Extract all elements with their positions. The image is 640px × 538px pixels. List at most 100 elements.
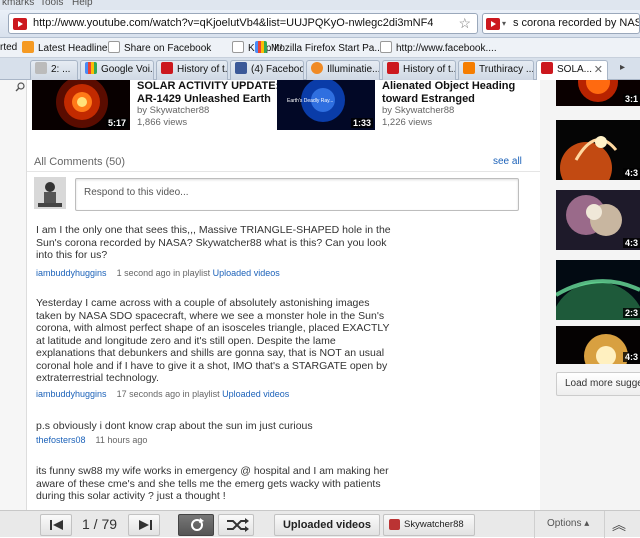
shuffle-icon (227, 518, 249, 532)
video-thumbnail[interactable]: Earth's Deadly Ray... 1:33 (277, 80, 375, 130)
bookmark-item[interactable]: Latest Headlines (22, 41, 113, 55)
google-icon (255, 41, 267, 53)
related-video-thumbnail[interactable]: 2:3 (556, 260, 640, 320)
chevron-right-icon[interactable]: ▸ (620, 62, 625, 73)
playlist-name-button[interactable]: Uploaded videos (274, 514, 380, 536)
blogger-icon (463, 62, 475, 74)
menu-tools[interactable]: Tools (40, 0, 63, 8)
comment-meta: iambuddyhuggins 1 second ago in playlist… (36, 268, 280, 278)
double-chevron-up-icon: ︽ (612, 517, 626, 533)
next-button[interactable] (128, 514, 160, 536)
duration-badge: 4:3 (622, 238, 640, 248)
bookmark-item[interactable]: rted (0, 41, 17, 55)
tab-strip: 2: ... Google Voi... History of t... (4)… (0, 58, 640, 81)
autoplay-button[interactable] (178, 514, 214, 536)
divider (27, 171, 540, 172)
bookmark-item[interactable]: Share on Facebook (108, 41, 211, 55)
video-page-content: 5:17 SOLAR ACTIVITY UPDATE: AR-1429 Unlea… (27, 80, 540, 510)
previous-button[interactable] (40, 514, 72, 536)
avatar[interactable] (34, 177, 66, 209)
comment-author-link[interactable]: iambuddyhuggins (36, 268, 107, 278)
close-icon[interactable]: ✕ (594, 61, 603, 79)
comment-meta: iambuddyhuggins 17 seconds ago in playli… (36, 389, 290, 399)
youtube-icon (161, 62, 173, 74)
tab[interactable]: 2: ... (30, 60, 78, 80)
view-count: 1,866 views (137, 117, 188, 128)
youtube-icon (387, 62, 399, 74)
related-video-thumbnail[interactable]: 3:1 (556, 80, 640, 106)
menu-bookmarks[interactable]: kmarks (2, 0, 34, 8)
rss-icon (22, 41, 34, 53)
chevron-down-icon[interactable]: ▾ (502, 19, 506, 28)
page-icon (380, 41, 392, 53)
bookmark-item[interactable]: http://www.facebook.... (380, 41, 497, 55)
previous-icon (50, 520, 63, 530)
video-author: by Skywatcher88 (382, 105, 455, 116)
video-author: by Skywatcher88 (137, 105, 210, 116)
chevron-up-icon: ▴ (584, 518, 590, 529)
comment-text: I am I the only one that sees this,,, Ma… (36, 224, 391, 261)
menu-help[interactable]: Help (72, 0, 93, 8)
tab[interactable]: Google Voi... (80, 60, 154, 80)
comment-text: its funny sw88 my wife works in emergenc… (36, 465, 389, 502)
related-video-thumbnail[interactable]: 4:3 (556, 326, 640, 364)
comment-author-link[interactable]: iambuddyhuggins (36, 389, 107, 399)
duration-badge: 3:1 (622, 94, 640, 104)
divider (604, 511, 605, 538)
repeat-icon (191, 518, 204, 531)
youtube-icon (486, 18, 500, 30)
tab[interactable]: History of t... (156, 60, 228, 80)
comment-meta: thefosters08 11 hours ago (36, 435, 148, 445)
related-video-thumbnail[interactable]: 4:3 (556, 190, 640, 250)
page-counter: 1 / 79 (82, 516, 118, 532)
options-button[interactable]: Options ▴ (547, 518, 589, 529)
see-all-link[interactable]: see all (493, 156, 522, 167)
view-count: 1,226 views (382, 117, 433, 128)
comment-author-link[interactable]: thefosters08 (36, 435, 86, 445)
url-text: http://www.youtube.com/watch?v=qKjoelutV… (33, 17, 433, 29)
comment-text: Yesterday I came across with a couple of… (36, 297, 390, 384)
facebook-icon (235, 62, 247, 74)
playlist-link[interactable]: Uploaded videos (222, 389, 289, 399)
video-title[interactable]: SOLAR ACTIVITY UPDATE: AR-1429 Unleashed … (137, 80, 279, 106)
video-thumbnail[interactable]: 5:17 (32, 80, 130, 130)
address-bar[interactable]: http://www.youtube.com/watch?v=qKjoelutV… (8, 13, 478, 34)
load-more-button[interactable]: Load more sugge (556, 372, 640, 396)
tab[interactable]: History of t... (382, 60, 456, 80)
tab-active[interactable]: SOLA... ✕ (536, 60, 608, 81)
bookmarks-toolbar: rted Latest Headlines Share on Facebook … (0, 38, 640, 58)
duration-badge: 4:3 (622, 168, 640, 178)
duration-badge: 2:3 (622, 308, 640, 318)
site-icon (311, 62, 323, 74)
bookmark-item[interactable]: Mozilla Firefox Start Pa... (255, 41, 383, 55)
tab[interactable]: (4) Facebook (230, 60, 304, 80)
tab[interactable]: Truthiracy ... (458, 60, 534, 80)
search-bar[interactable]: ▾ s corona recorded by NASA (482, 13, 640, 34)
search-input[interactable]: s corona recorded by NASA (513, 17, 639, 29)
tab[interactable]: Illuminatie... (306, 60, 380, 80)
search-icon[interactable] (15, 82, 25, 92)
comment-text: p.s obviously i dont know crap about the… (36, 420, 313, 432)
related-videos-column: 3:1 4:3 4:3 2:3 4:3 Load more sugge (540, 80, 640, 510)
related-video-thumbnail[interactable]: 4:3 (556, 120, 640, 180)
channel-button[interactable]: Skywatcher88 (383, 514, 475, 536)
comment-input[interactable]: Respond to this video... (75, 178, 519, 211)
youtube-icon (13, 18, 27, 30)
divider (534, 511, 535, 538)
navigation-bar: http://www.youtube.com/watch?v=qKjoelutV… (0, 10, 640, 38)
star-icon[interactable]: ☆ (458, 15, 471, 32)
page-icon (35, 62, 47, 74)
user-avatar-image (34, 177, 66, 209)
channel-avatar-icon (389, 519, 400, 530)
collapse-button[interactable]: ︽ (612, 515, 626, 535)
playlist-link[interactable]: Uploaded videos (213, 268, 280, 278)
comments-header: All Comments (50) (34, 156, 126, 168)
next-icon (139, 520, 152, 530)
video-title[interactable]: Alienated Object Heading toward Estranged (382, 80, 515, 106)
shuffle-button[interactable] (218, 514, 254, 536)
youtube-icon (541, 62, 553, 74)
playlist-bar: 1 / 79 Uploaded videos Skywatcher88 Opti… (0, 510, 640, 538)
page-icon (232, 41, 244, 53)
duration-badge: 4:3 (622, 352, 640, 362)
duration-badge: 5:17 (105, 118, 128, 128)
